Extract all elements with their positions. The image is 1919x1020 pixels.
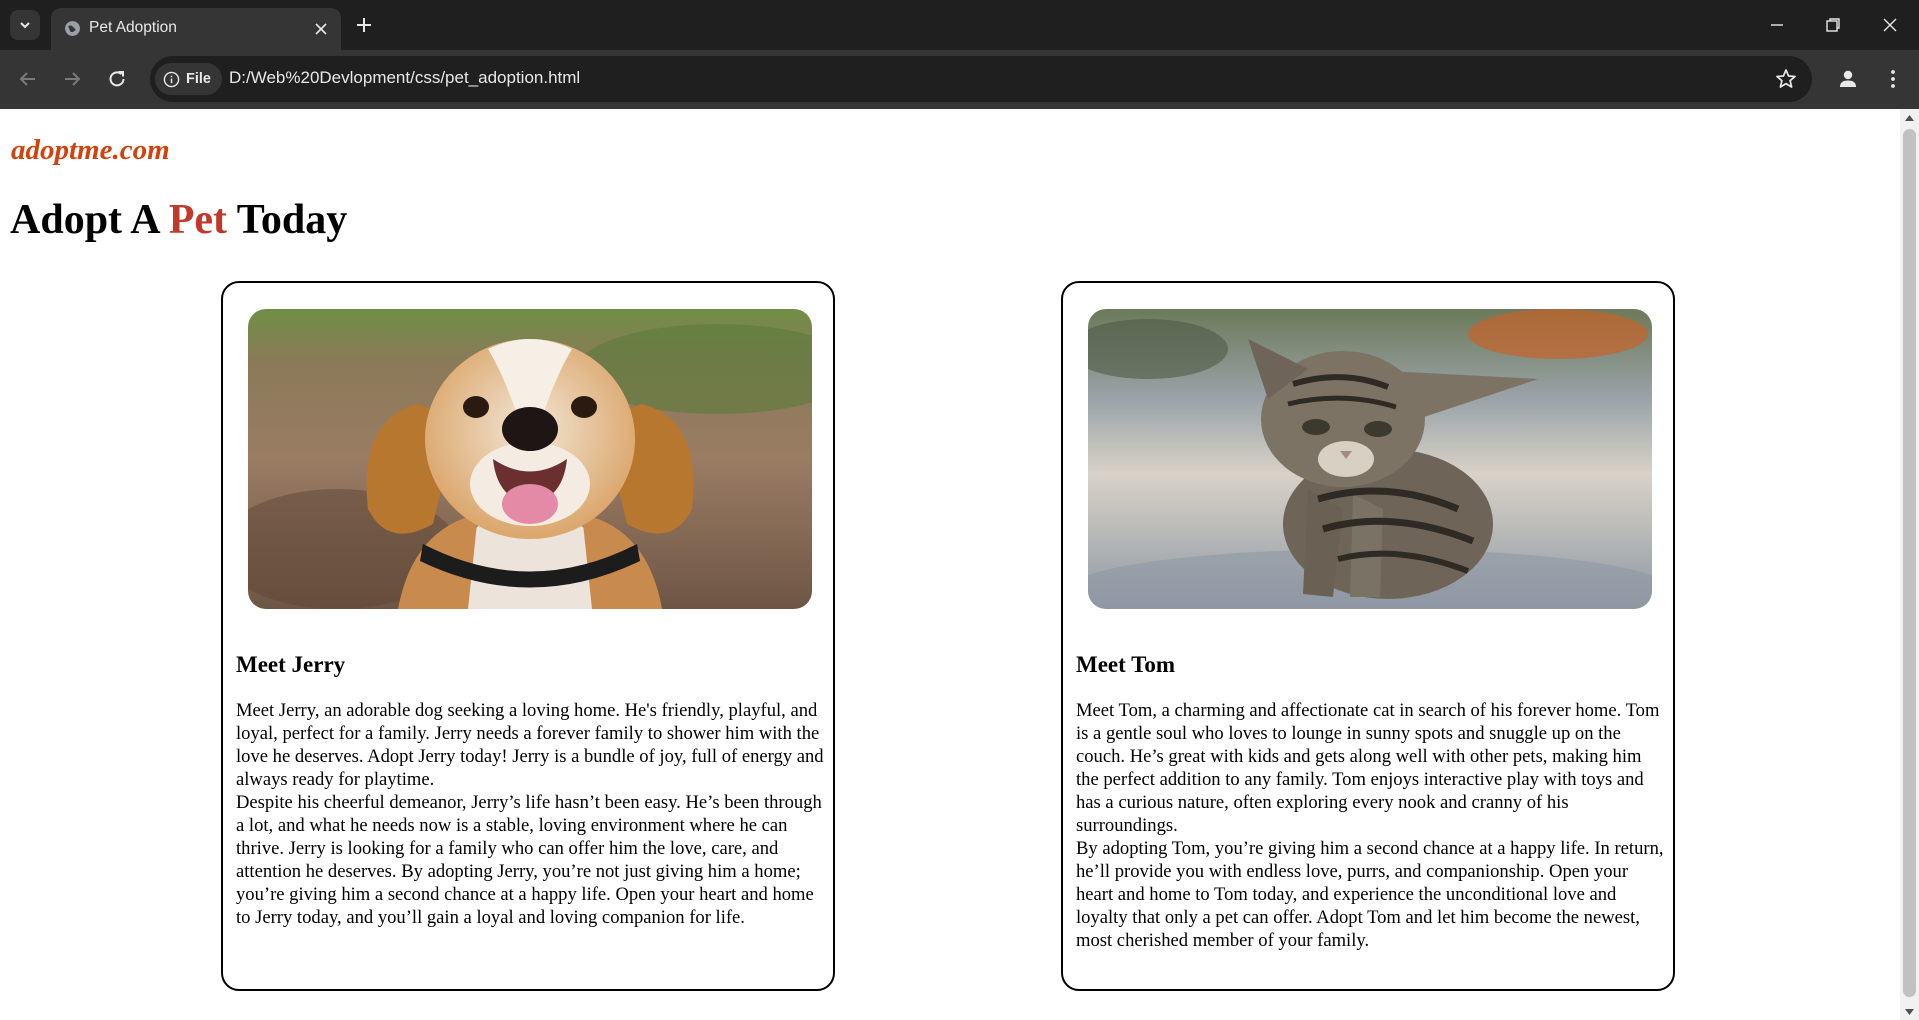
minimize-icon[interactable] — [1765, 13, 1789, 37]
description-paragraph: Despite his cheerful demeanor, Jerry’s l… — [236, 792, 822, 928]
description-paragraph: Meet Jerry, an adorable dog seeking a lo… — [236, 700, 824, 790]
pet-description-jerry: Meet Jerry, an adorable dog seeking a lo… — [236, 699, 826, 929]
more-vertical-icon[interactable] — [1881, 67, 1905, 91]
triangle-down-icon — [1905, 1008, 1914, 1015]
description-paragraph: Meet Tom, a charming and affectionate ca… — [1076, 700, 1660, 836]
page-headline: Adopt A Pet Today — [10, 196, 347, 244]
close-window-icon[interactable] — [1878, 13, 1902, 37]
reload-icon[interactable] — [105, 67, 129, 91]
vertical-scrollbar[interactable] — [1900, 109, 1919, 1020]
headline-part-2: Today — [227, 197, 348, 243]
globe-icon — [65, 21, 80, 36]
pet-card-tom: Meet Tom Meet Tom, a charming and affect… — [1061, 281, 1675, 991]
address-bar[interactable]: File D:/Web%20Devlopment/css/pet_adoptio… — [150, 56, 1812, 102]
tab-title: Pet Adoption — [89, 19, 177, 36]
url-text[interactable]: D:/Web%20Devlopment/css/pet_adoption.htm… — [229, 68, 580, 88]
tab-pet-adoption[interactable]: Pet Adoption — [51, 8, 341, 50]
site-brand: adoptme.com — [11, 134, 170, 166]
site-info-chip[interactable]: File — [155, 63, 222, 95]
star-icon[interactable] — [1774, 67, 1798, 91]
chevron-down-icon — [20, 22, 30, 29]
info-icon — [163, 71, 180, 87]
headline-part-1: Adopt A — [10, 197, 169, 243]
scroll-thumb[interactable] — [1903, 129, 1916, 997]
scroll-down-arrow[interactable] — [1900, 1003, 1919, 1020]
arrow-left-icon[interactable] — [16, 67, 40, 91]
tab-strip: Pet Adoption — [0, 0, 1919, 50]
tab-search-button[interactable] — [10, 10, 40, 40]
triangle-up-icon — [1905, 114, 1914, 121]
pet-description-tom: Meet Tom, a charming and affectionate ca… — [1076, 699, 1666, 952]
pet-photo-jerry — [248, 309, 812, 609]
browser-toolbar: File D:/Web%20Devlopment/css/pet_adoptio… — [0, 50, 1919, 109]
pet-photo-tom — [1088, 309, 1652, 609]
account-icon[interactable] — [1836, 67, 1860, 91]
pet-name-tom: Meet Tom — [1076, 652, 1176, 677]
close-icon[interactable] — [313, 21, 329, 37]
pet-card-jerry: Meet Jerry Meet Jerry, an adorable dog s… — [221, 281, 835, 991]
pet-name-jerry: Meet Jerry — [236, 652, 346, 677]
arrow-right-icon[interactable] — [60, 67, 84, 91]
description-paragraph: By adopting Tom, you’re giving him a sec… — [1076, 838, 1664, 951]
cat-photo-illustration — [1088, 309, 1652, 609]
dog-photo-illustration — [248, 309, 812, 609]
site-info-label: File — [186, 71, 211, 87]
headline-accent: Pet — [168, 197, 228, 243]
page-content: adoptme.com Adopt A Pet Today Meet Jerry… — [0, 109, 1900, 1020]
scroll-up-arrow[interactable] — [1900, 109, 1919, 126]
restore-icon[interactable] — [1821, 13, 1845, 37]
plus-icon[interactable] — [353, 14, 375, 36]
